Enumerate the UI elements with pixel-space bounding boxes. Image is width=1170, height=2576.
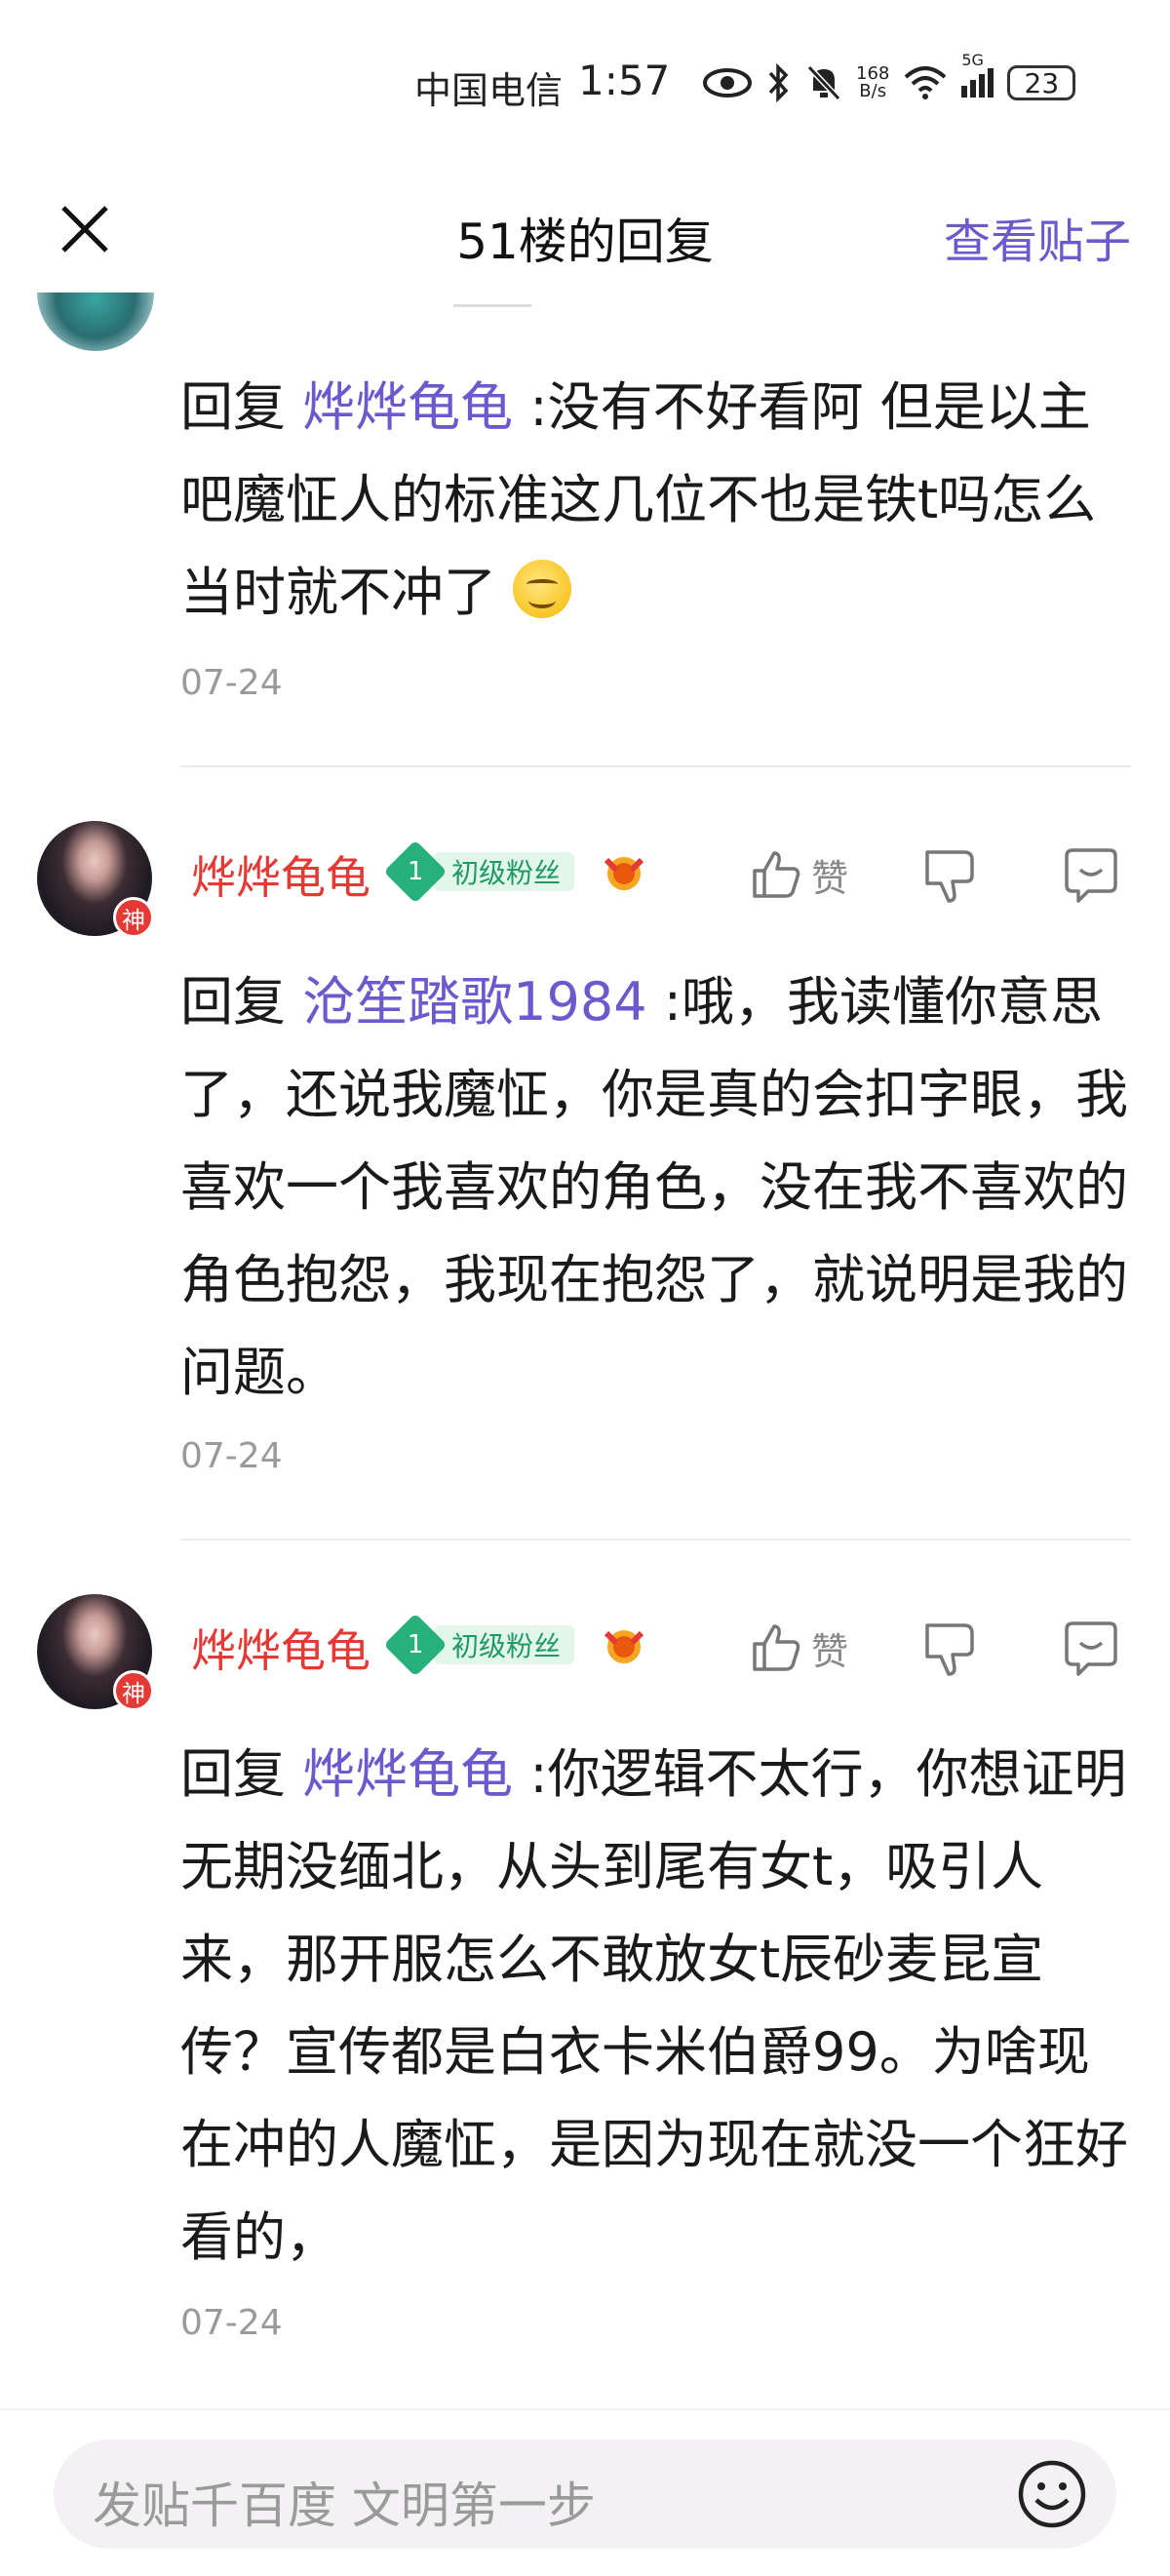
reply-text: 回复 烨烨龟龟 :没有不好看阿 但是以主吧魔怔人的标准这几位不也是铁t吗怎么当时… — [180, 361, 1131, 639]
view-post-link[interactable]: 查看贴子 — [944, 203, 1131, 271]
wifi-icon — [905, 66, 947, 99]
level-badge: 1 初级粉丝 — [383, 839, 575, 904]
comment-header: 神 烨烨龟龟 1 初级粉丝 赞 — [37, 1594, 1139, 1721]
username[interactable]: 烨烨龟龟 — [191, 842, 370, 907]
mute-bell-icon — [806, 64, 841, 101]
like-button[interactable]: 赞 — [749, 840, 848, 909]
thumbs-up-icon — [753, 1624, 800, 1671]
grin-emoji-icon — [513, 560, 572, 618]
comment-icon[interactable] — [1059, 1616, 1123, 1680]
status-icons: 168 B/s 5G 23 — [702, 51, 1076, 107]
like-label: 赞 — [811, 856, 849, 900]
reply-date: 07-24 — [180, 2303, 283, 2343]
like-button[interactable]: 赞 — [749, 1614, 848, 1682]
mention-link[interactable]: 烨烨龟龟 — [302, 376, 513, 438]
thumbs-down-icon[interactable] — [919, 842, 984, 907]
reply-prefix: 回复 — [180, 971, 303, 1033]
battery-icon: 23 — [1007, 65, 1076, 100]
mention-link[interactable]: 烨烨龟龟 — [302, 1743, 513, 1805]
speed-unit: B/s — [859, 81, 887, 101]
page-header: 51楼的回复 查看贴子 — [0, 166, 1170, 293]
divider — [180, 765, 1131, 767]
network-speed: 168 B/s — [856, 65, 889, 100]
level-number: 1 — [407, 1629, 424, 1659]
eye-icon — [703, 68, 752, 98]
medal-icon — [604, 1630, 644, 1663]
input-placeholder: 发贴千百度 文明第一步 — [93, 2478, 596, 2534]
thumbs-up-icon — [753, 851, 800, 898]
reply-text: 回复 沧笙踏歌1984 :哦，我读懂你意思了，还说我魔怔，你是真的会扣字眼，我喜… — [180, 956, 1131, 1419]
comment-input[interactable]: 发贴千百度 文明第一步 — [54, 2439, 1116, 2549]
level-label: 初级粉丝 — [434, 852, 575, 891]
reply-body: :你逻辑不太行，你想证明无期没缅北，从头到尾有女t，吸引人来，那开服怎么不敢放女… — [180, 1743, 1128, 2268]
level-diamond-icon: 1 — [383, 1613, 448, 1677]
thumbs-down-icon[interactable] — [919, 1616, 984, 1680]
level-diamond-icon: 1 — [383, 839, 448, 904]
bluetooth-icon — [768, 63, 789, 102]
reply-date: 07-24 — [180, 663, 283, 703]
level-badge: 1 初级粉丝 — [383, 1613, 575, 1677]
clock: 1:57 — [578, 57, 671, 104]
mention-link[interactable]: 沧笙踏歌1984 — [302, 971, 646, 1033]
divider — [180, 1539, 1131, 1541]
bottom-bar: 发贴千百度 文明第一步 — [0, 2408, 1170, 2576]
comment-icon[interactable] — [1059, 842, 1123, 907]
avatar-badge: 神 — [113, 1670, 154, 1711]
network-type: 5G — [961, 51, 984, 69]
username[interactable]: 烨烨龟龟 — [191, 1616, 370, 1680]
reply-body: :哦，我读懂你意思了，还说我魔怔，你是真的会扣字眼，我喜欢一个我喜欢的角色，没在… — [180, 971, 1128, 1403]
reply-text: 回复 烨烨龟龟 :你逻辑不太行，你想证明无期没缅北，从头到尾有女t，吸引人来，那… — [180, 1728, 1131, 2283]
comment-header: 神 烨烨龟龟 1 初级粉丝 赞 — [37, 821, 1139, 948]
avatar-badge: 神 — [113, 897, 154, 938]
divider — [453, 304, 531, 307]
medal-icon — [604, 857, 644, 890]
carrier-label: 中国电信 — [414, 69, 564, 112]
reply-prefix: 回复 — [180, 1743, 303, 1805]
like-label: 赞 — [811, 1629, 849, 1673]
emoji-picker-icon[interactable] — [1015, 2457, 1089, 2531]
signal-icon: 5G — [961, 51, 994, 98]
level-number: 1 — [407, 856, 424, 886]
reply-date: 07-24 — [180, 1436, 283, 1476]
status-bar: 中国电信 1:57 168 B/s 5G 23 — [0, 0, 1170, 166]
reply-prefix: 回复 — [180, 376, 303, 438]
level-label: 初级粉丝 — [434, 1625, 575, 1664]
